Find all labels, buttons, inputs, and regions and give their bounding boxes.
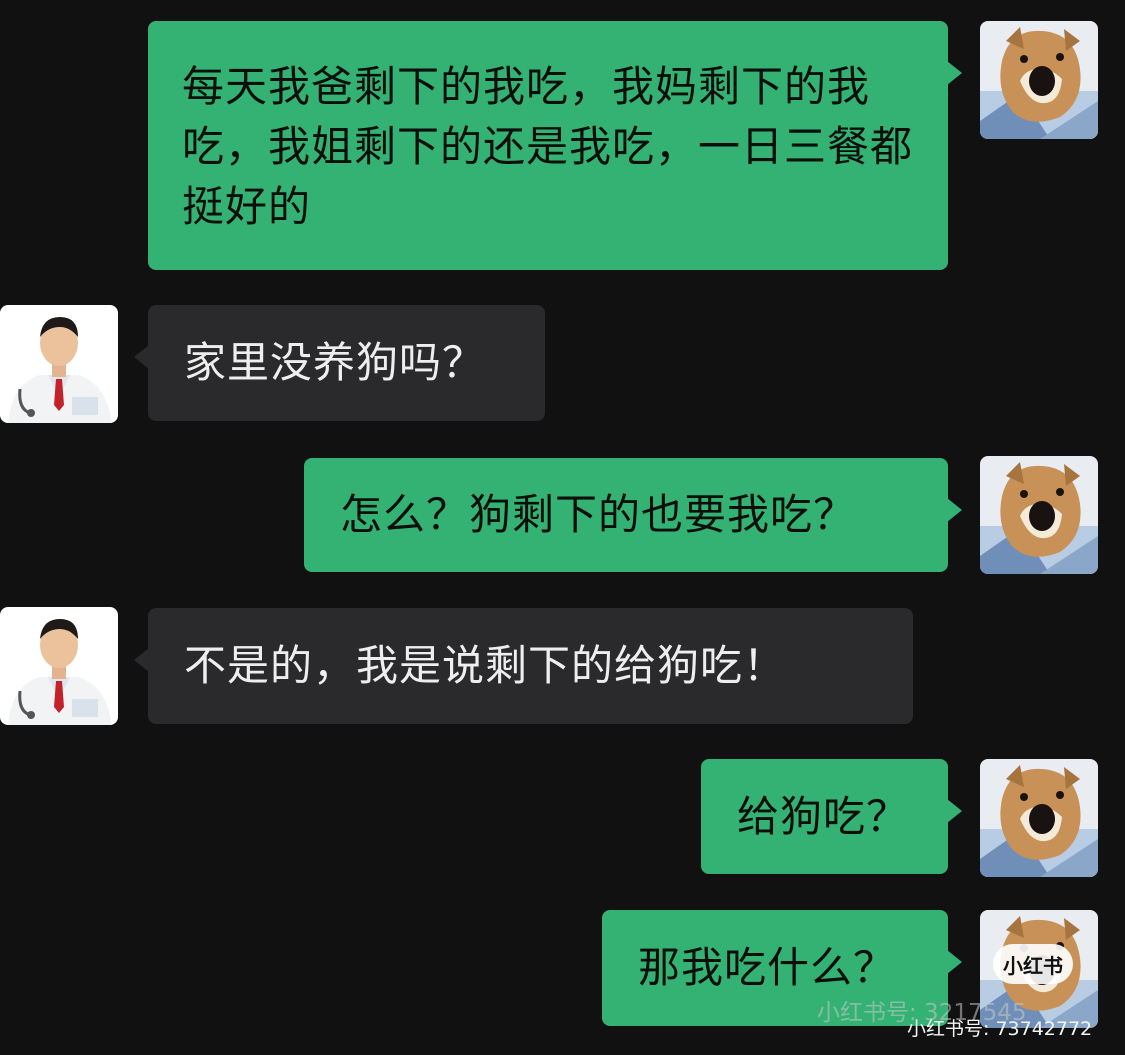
watermark-id-line-2: 小红书号: 73742772 bbox=[907, 1018, 1093, 1040]
shiba-dog-avatar-icon[interactable] bbox=[980, 456, 1098, 574]
message-text: 每天我爸剩下的我吃，我妈剩下的我吃，我姐剩下的还是我吃，一日三餐都挺好的 bbox=[182, 61, 914, 231]
bubble-tail bbox=[947, 950, 962, 974]
message-bubble-sent[interactable]: 怎么？狗剩下的也要我吃？ bbox=[304, 458, 962, 572]
message-text: 怎么？狗剩下的也要我吃？ bbox=[340, 490, 857, 539]
message-bubble-received[interactable]: 不是的，我是说剩下的给狗吃！ bbox=[134, 608, 913, 724]
message-text: 那我吃什么？ bbox=[638, 943, 897, 992]
watermark-badge: 小红书 bbox=[993, 944, 1073, 984]
message-bubble-sent[interactable]: 每天我爸剩下的我吃，我妈剩下的我吃，我姐剩下的还是我吃，一日三餐都挺好的 bbox=[148, 21, 962, 270]
bubble-tail bbox=[134, 345, 149, 369]
message-bubble-received[interactable]: 家里没养狗吗？ bbox=[134, 305, 545, 421]
bubble-tail bbox=[947, 498, 962, 522]
message-text: 家里没养狗吗？ bbox=[184, 338, 486, 387]
bubble-tail bbox=[947, 799, 962, 823]
doctor-avatar-icon[interactable] bbox=[0, 305, 118, 423]
message-bubble-sent[interactable]: 给狗吃？ bbox=[701, 759, 962, 874]
bubble-tail bbox=[134, 648, 149, 672]
message-text: 给狗吃？ bbox=[737, 791, 910, 841]
chat-thread: 每天我爸剩下的我吃，我妈剩下的我吃，我姐剩下的还是我吃，一日三餐都挺好的 家里没… bbox=[0, 0, 1125, 1055]
doctor-avatar-icon[interactable] bbox=[0, 607, 118, 725]
message-text: 不是的，我是说剩下的给狗吃！ bbox=[184, 641, 787, 690]
shiba-dog-avatar-icon[interactable] bbox=[980, 21, 1098, 139]
bubble-tail bbox=[947, 61, 962, 85]
shiba-dog-avatar-icon[interactable] bbox=[980, 759, 1098, 877]
